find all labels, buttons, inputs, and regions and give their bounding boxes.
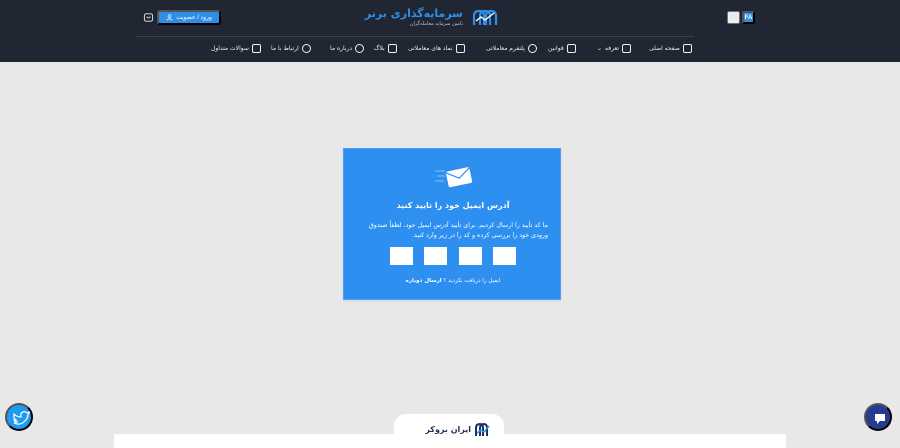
login-register-button[interactable]: ورود / عضویت	[157, 10, 221, 25]
gauge-icon	[527, 43, 537, 53]
code-digit-input[interactable]	[458, 247, 482, 265]
nav-label: قوانین	[548, 44, 564, 52]
nav-label: درباره ما	[330, 44, 353, 52]
chat-widget-button[interactable]	[864, 403, 892, 431]
nav-item-about[interactable]: درباره ما	[330, 42, 365, 54]
verification-title: آدرس ایمیل خود را تایید کنید	[396, 201, 510, 210]
help-icon	[251, 43, 261, 53]
nav-item-faq[interactable]: سوالات متداول	[211, 42, 261, 54]
logo-mark-icon	[472, 9, 498, 25]
main-content: آدرس ایمیل خود را تایید کنید ما کد تأیید…	[0, 62, 900, 448]
resend-link[interactable]: ارسال دوباره	[406, 278, 442, 284]
main-navigation: صفحه اصلی تعرفه ⌄ قوانین پلتفرم معاملاتی…	[136, 36, 694, 58]
nav-label: ارتباط با ما	[271, 44, 299, 52]
top-bar: EN FA سرمایه‌گذاری برتر تامین سرمایه معا…	[0, 0, 900, 35]
twitter-icon	[13, 411, 31, 425]
mail-icon	[435, 167, 473, 188]
nav-label: سوالات متداول	[211, 44, 249, 52]
chat-icon	[875, 414, 885, 424]
headset-icon	[301, 43, 311, 53]
twitter-button[interactable]	[5, 403, 33, 431]
language-fa-button[interactable]: FA	[742, 11, 755, 24]
email-verification-card: آدرس ایمیل خود را تایید کنید ما کد تأیید…	[343, 148, 561, 300]
rocket-icon	[622, 43, 631, 53]
nav-item-platform[interactable]: پلتفرم معاملاتی	[486, 42, 537, 54]
scale-icon	[566, 43, 576, 53]
nav-item-rules[interactable]: قوانین	[548, 42, 576, 54]
site-header: EN FA سرمایه‌گذاری برتر تامین سرمایه معا…	[0, 0, 900, 62]
nav-item-symbols[interactable]: نماد های معاملاتی	[408, 42, 465, 54]
chevron-down-icon: ⌄	[597, 44, 603, 52]
home-icon	[682, 43, 692, 53]
code-digit-input[interactable]	[390, 247, 413, 265]
logo-title: سرمایه‌گذاری برتر	[364, 7, 463, 20]
resend-row: ایمیل را دریافت نکردید ؟ ارسال دوباره	[344, 278, 562, 284]
cart-icon[interactable]	[143, 12, 154, 23]
nav-item-contact[interactable]: ارتباط با ما	[271, 42, 311, 54]
book-icon	[387, 43, 397, 53]
nav-item-home[interactable]: صفحه اصلی	[649, 42, 692, 54]
nav-label: بلاگ	[374, 44, 385, 52]
broker-name: ایران بروکر	[425, 425, 471, 434]
nav-label: نماد های معاملاتی	[408, 44, 453, 52]
nav-label: صفحه اصلی	[649, 44, 680, 52]
cube-icon	[455, 43, 465, 53]
nav-label: پلتفرم معاملاتی	[486, 44, 525, 52]
nav-label: تعرفه	[605, 44, 619, 52]
nav-item-pricing[interactable]: تعرفه ⌄	[597, 42, 631, 54]
broker-logo-icon	[475, 422, 490, 436]
verification-message: ما کد تأیید را ارسال کردیم. برای تأیید آ…	[368, 222, 548, 239]
user-icon	[166, 14, 173, 21]
info-icon	[355, 43, 365, 53]
language-en-button[interactable]: EN	[727, 11, 740, 24]
logo-subtitle: تامین سرمایه معامله‌گران	[409, 21, 463, 27]
verification-code-inputs	[390, 247, 516, 265]
code-digit-input[interactable]	[492, 247, 516, 265]
site-logo[interactable]: سرمایه‌گذاری برتر تامین سرمایه معامله‌گر…	[365, 7, 500, 29]
login-label: ورود / عضویت	[176, 15, 212, 21]
broker-logo[interactable]: ایران بروکر	[407, 421, 491, 438]
code-digit-input[interactable]	[424, 247, 448, 265]
nav-item-blog[interactable]: بلاگ	[374, 42, 397, 54]
resend-prompt: ایمیل را دریافت نکردید ؟	[443, 278, 501, 284]
